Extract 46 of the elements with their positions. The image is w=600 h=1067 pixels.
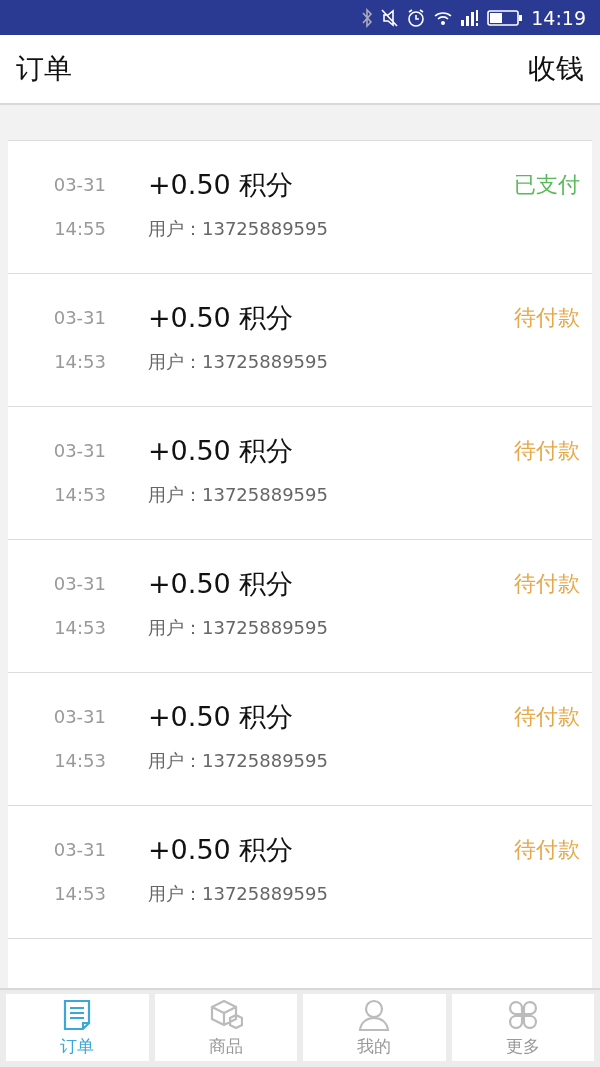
order-time: 14:55 [54,217,106,241]
order-user: 用户：13725889595 [148,882,329,906]
order-time: 14:53 [54,749,106,773]
order-user: 用户：13725889595 [148,749,329,773]
order-amount: +0.50 积分 [148,835,295,865]
battery-icon [487,9,524,26]
order-user: 用户：13725889595 [148,483,329,507]
order-date: 03-31 [53,306,106,330]
order-date: 03-31 [53,572,106,596]
bluetooth-icon [361,7,374,28]
page-title: 订单 [16,51,72,87]
order-date: 03-31 [53,838,106,862]
boxes-icon [208,997,243,1032]
order-status: 待付款 [514,836,580,864]
order-status: 待付款 [514,703,580,731]
order-date: 03-31 [53,173,106,197]
order-status: 已支付 [514,171,580,199]
order-user: 用户：13725889595 [148,217,329,241]
order-row[interactable]: 03-31 +0.50 积分 待付款 14:53 用户：13725889595 [8,539,592,672]
order-user: 用户：13725889595 [148,616,329,640]
signal-icon [461,8,480,27]
order-time: 14:53 [54,483,106,507]
order-row[interactable]: 03-31 +0.50 积分 待付款 14:53 用户：13725889595 [8,406,592,539]
muted-speaker-icon [381,7,400,28]
order-time: 14:53 [54,882,106,906]
clock-time: 14:19 [531,6,586,29]
order-time: 14:53 [54,350,106,374]
order-amount: +0.50 积分 [148,436,295,466]
order-status: 待付款 [514,570,580,598]
order-amount: +0.50 积分 [148,569,295,599]
order-time: 14:53 [54,616,106,640]
order-status: 待付款 [514,437,580,465]
order-row[interactable]: 03-31 +0.50 积分 待付款 14:53 用户：13725889595 [8,273,592,406]
order-user: 用户：13725889595 [148,350,329,374]
alarm-icon [407,7,426,28]
order-date: 03-31 [53,439,106,463]
order-row[interactable]: 03-31 +0.50 积分 已支付 14:55 用户：13725889595 [8,140,592,273]
collect-payment-button[interactable]: 收钱 [528,50,584,88]
order-amount: +0.50 积分 [148,702,295,732]
person-icon [357,997,392,1032]
order-amount: +0.50 积分 [148,303,295,333]
order-status: 待付款 [514,304,580,332]
order-date: 03-31 [53,705,106,729]
order-row[interactable]: 03-31 +0.50 积分 待付款 14:53 用户：13725889595 [8,805,592,938]
order-row[interactable]: 03-31 +0.50 积分 待付款 14:53 用户：13725889595 [8,672,592,805]
order-amount: +0.50 积分 [148,170,295,200]
